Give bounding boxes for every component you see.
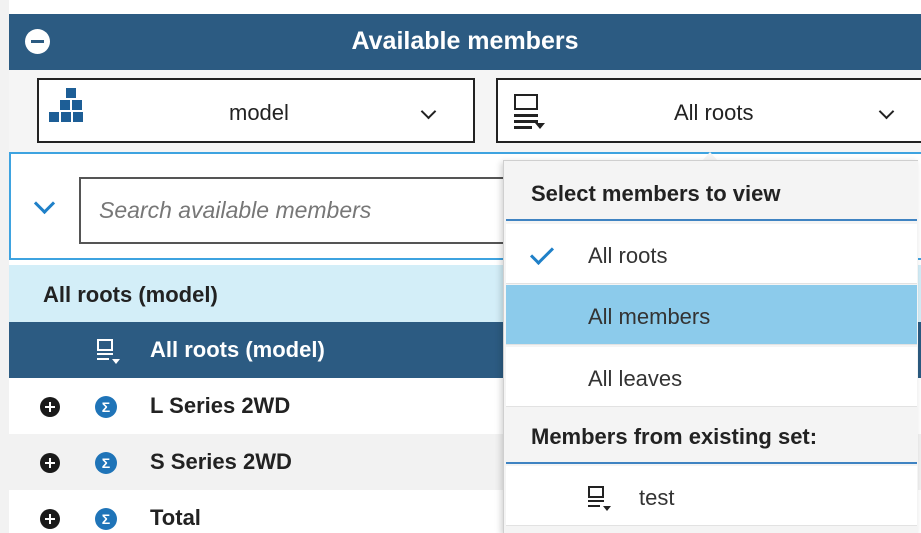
toolbar: model All roots [9,70,921,152]
option-all-members[interactable]: All members [506,285,917,345]
panel-title: Available members [351,27,579,55]
hierarchy-icon [49,88,93,132]
member-set-icon [514,94,550,132]
hierarchy-select-value: model [229,100,289,125]
chevron-down-icon[interactable] [878,103,895,120]
expand-plus-icon[interactable] [40,509,60,529]
tree-row-label: Total [150,505,201,530]
existing-set-heading: Members from existing set: [506,408,917,464]
expand-plus-icon[interactable] [40,453,60,473]
member-set-icon [588,486,612,511]
tree-header-label: All roots (model) [43,282,218,307]
left-edge [0,0,9,533]
option-label: All members [588,304,711,329]
member-set-icon [97,339,121,364]
tree-row-label: S Series 2WD [150,449,292,474]
option-label: All roots [588,243,668,268]
expand-plus-icon[interactable] [40,397,60,417]
hierarchy-select[interactable]: model [37,78,475,143]
available-members-panel: Available members model All roots Search… [0,0,921,533]
set-item-label: test [639,485,675,510]
option-label: All leaves [588,366,683,391]
checkmark-icon [529,240,555,266]
option-all-leaves[interactable]: All leaves [506,347,917,407]
option-all-roots[interactable]: All roots [506,224,917,284]
set-item-test[interactable]: test [506,466,917,526]
member-filter-value: All roots [674,100,754,125]
tree-row-label: L Series 2WD [150,393,291,418]
sigma-icon: Σ [95,508,117,530]
chevron-down-icon[interactable] [420,103,437,120]
tree-row-label: All roots (model) [150,337,325,362]
panel-header: Available members [9,14,921,70]
member-filter-select[interactable]: All roots [496,78,921,143]
expand-chevron-icon[interactable] [33,192,56,215]
member-filter-dropdown: Select members to view All roots All mem… [503,160,918,533]
sigma-icon: Σ [95,396,117,418]
sigma-icon: Σ [95,452,117,474]
dropdown-heading: Select members to view [506,165,917,221]
